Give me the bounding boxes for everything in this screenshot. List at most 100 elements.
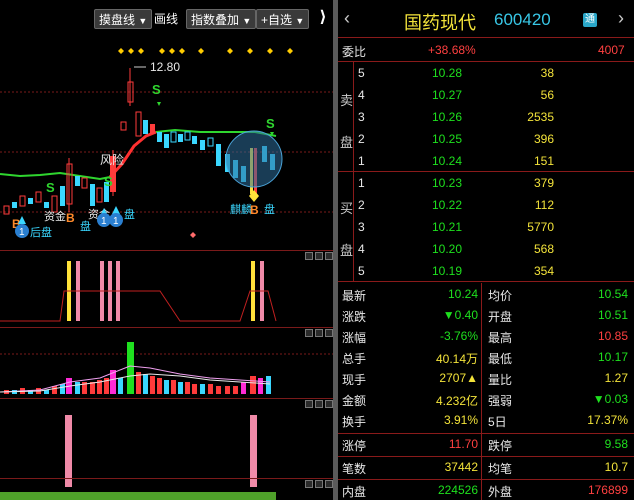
draw-line-button[interactable]: 画线 bbox=[154, 9, 178, 29]
panel-restore-icon[interactable] bbox=[315, 329, 323, 337]
signal-diamond-row bbox=[118, 48, 293, 54]
volume-panel[interactable] bbox=[0, 338, 333, 396]
stat-label: 量比 bbox=[488, 373, 513, 387]
sell-row[interactable]: 1 10.24 151 bbox=[338, 151, 634, 170]
panel-close-icon[interactable] bbox=[325, 400, 333, 408]
stat-value: 3.91% bbox=[443, 413, 478, 427]
price: 10.23 bbox=[432, 176, 463, 190]
level: 4 bbox=[358, 242, 365, 256]
panel-close-icon[interactable] bbox=[325, 329, 333, 337]
candlestick-chart[interactable]: 12.80 S S S S 风险 资金 资金 后盘 盘 盘 麒麟 盘 B B B… bbox=[0, 36, 333, 250]
chart-toolbar: 摸盘线 ▼ 画线 指数叠加 ▼ +自选 ▼ ⟩ bbox=[0, 0, 333, 36]
sell-signal-s: S bbox=[104, 174, 113, 189]
price: 10.24 bbox=[432, 154, 463, 168]
stat-value: 40.14万 bbox=[435, 352, 478, 366]
pan-label: 盘 bbox=[80, 219, 91, 233]
buy-row[interactable]: 2 10.22 112 bbox=[338, 195, 634, 214]
chevron-down-icon: ▼ bbox=[295, 16, 305, 26]
buy-row[interactable]: 4 10.20 568 bbox=[338, 239, 634, 258]
indicator-panel-header bbox=[0, 250, 333, 260]
ma-line bbox=[0, 171, 111, 181]
stat-label: 换手 bbox=[342, 415, 367, 429]
level: 5 bbox=[358, 264, 365, 278]
stat-value: 17.37% bbox=[587, 413, 628, 427]
stats-row: 总手 40.14万 最低 10.17 bbox=[338, 347, 634, 366]
stat-label: 最高 bbox=[488, 331, 513, 345]
panel-restore-icon[interactable] bbox=[315, 480, 323, 488]
next-stock-icon[interactable]: › bbox=[618, 8, 624, 29]
panel-restore-icon[interactable] bbox=[315, 400, 323, 408]
stat-label: 5日 bbox=[488, 415, 507, 429]
stat-value: 37442 bbox=[444, 460, 478, 474]
stat-value: -3.76% bbox=[439, 329, 478, 343]
chart-area[interactable]: 摸盘线 ▼ 画线 指数叠加 ▼ +自选 ▼ ⟩ 12.80 S S S S 风险… bbox=[0, 0, 333, 500]
sell-row[interactable]: 4 10.27 56 bbox=[338, 85, 634, 104]
highlight-circle bbox=[225, 130, 283, 188]
buy-row[interactable]: 1 10.23 379 bbox=[338, 173, 634, 192]
panel-minimize-icon[interactable] bbox=[305, 252, 313, 260]
stats-table: 最新 10.24 均价 10.54 涨跌 ▼0.40 开盘 10.51 涨幅 -… bbox=[338, 283, 634, 500]
stats-row: 涨停 11.70 跌停 9.58 bbox=[338, 434, 634, 453]
panel-close-icon[interactable] bbox=[325, 480, 333, 488]
panel-minimize-icon[interactable] bbox=[305, 400, 313, 408]
level: 1 bbox=[358, 176, 365, 190]
volume: 2535 bbox=[527, 110, 554, 124]
sell-row[interactable]: 5 10.28 38 bbox=[338, 63, 634, 82]
volume: 354 bbox=[533, 264, 554, 278]
signal-number: 1 bbox=[101, 216, 107, 227]
indicator-panel-header bbox=[0, 478, 333, 488]
chevron-down-icon: ▼ bbox=[138, 16, 148, 26]
indicator-panel-header bbox=[0, 327, 333, 337]
add-watchlist-dropdown[interactable]: +自选 ▼ bbox=[256, 9, 310, 29]
sell-signal-s: S bbox=[46, 180, 55, 195]
level: 3 bbox=[358, 220, 365, 234]
indicator-panel-header bbox=[0, 398, 333, 408]
price: 10.20 bbox=[432, 242, 463, 256]
sell-row[interactable]: 2 10.25 396 bbox=[338, 129, 634, 148]
volume: 38 bbox=[540, 66, 554, 80]
level: 3 bbox=[358, 110, 365, 124]
panel-restore-icon[interactable] bbox=[315, 252, 323, 260]
buy-signal-b: B bbox=[66, 211, 75, 225]
order-ratio-value: +38.68% bbox=[428, 43, 476, 57]
volume: 56 bbox=[540, 88, 554, 102]
price: 10.26 bbox=[432, 110, 463, 124]
stat-value: 224526 bbox=[437, 483, 478, 497]
order-diff-value: 4007 bbox=[598, 43, 625, 57]
level: 4 bbox=[358, 88, 365, 102]
price: 10.27 bbox=[432, 88, 463, 102]
risk-label: 风险 bbox=[100, 152, 124, 167]
stat-label: 开盘 bbox=[488, 310, 513, 324]
collapse-panel-icon[interactable]: ⟩ bbox=[315, 7, 331, 29]
prev-stock-icon[interactable]: ‹ bbox=[344, 8, 350, 29]
stat-value: 10.24 bbox=[447, 287, 478, 301]
stat-label: 涨跌 bbox=[342, 310, 367, 324]
indicator-panel-1[interactable] bbox=[0, 261, 333, 323]
buy-row[interactable]: 3 10.21 5770 bbox=[338, 217, 634, 236]
indicator-panel-3[interactable] bbox=[0, 409, 333, 487]
stat-value: 2707▲ bbox=[439, 371, 478, 385]
panel-close-icon[interactable] bbox=[325, 252, 333, 260]
sell-row[interactable]: 3 10.26 2535 bbox=[338, 107, 634, 126]
stat-label: 笔数 bbox=[342, 462, 367, 476]
stat-label: 内盘 bbox=[342, 485, 367, 499]
panel-controls bbox=[305, 400, 333, 408]
stats-row: 笔数 37442 均笔 10.7 bbox=[338, 457, 634, 476]
volume: 151 bbox=[533, 154, 554, 168]
trend-line-dropdown[interactable]: 摸盘线 ▼ bbox=[94, 9, 153, 29]
panel-minimize-icon[interactable] bbox=[305, 329, 313, 337]
sell-orders: 卖 盘 5 10.28 38 4 10.27 56 3 10.26 2535 2… bbox=[338, 62, 634, 172]
stat-label: 最低 bbox=[488, 352, 513, 366]
stat-label: 涨幅 bbox=[342, 331, 367, 345]
index-overlay-dropdown[interactable]: 指数叠加 ▼ bbox=[186, 9, 257, 29]
buy-signal-b: B bbox=[250, 203, 259, 217]
time-scrollbar[interactable] bbox=[0, 492, 276, 500]
panel-minimize-icon[interactable] bbox=[305, 480, 313, 488]
stats-row: 最新 10.24 均价 10.54 bbox=[338, 284, 634, 303]
sell-signal-s: S bbox=[266, 116, 275, 131]
price: 10.25 bbox=[432, 132, 463, 146]
stat-value: 10.85 bbox=[597, 329, 628, 343]
buy-row[interactable]: 5 10.19 354 bbox=[338, 261, 634, 280]
panel-controls bbox=[305, 252, 333, 260]
after-market-label: 后盘 bbox=[30, 225, 52, 239]
